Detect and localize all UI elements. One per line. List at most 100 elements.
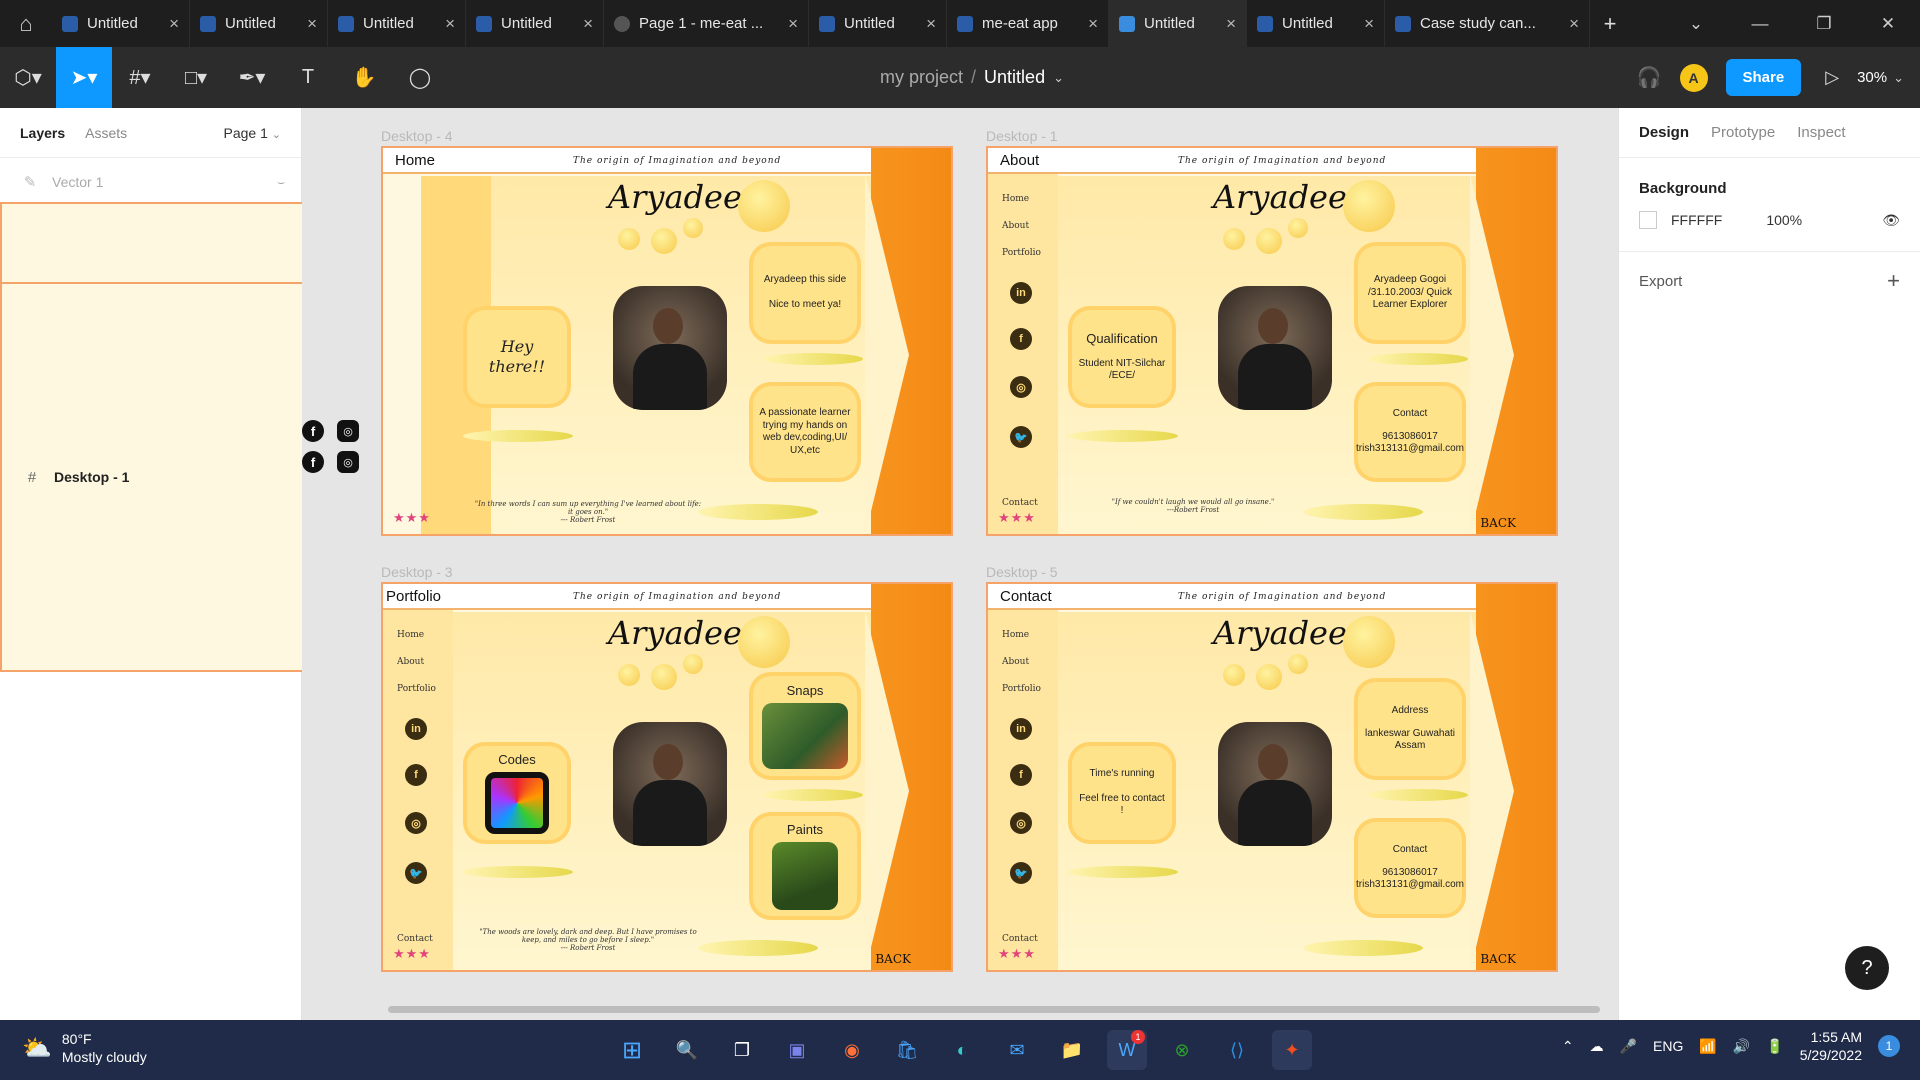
close-tab-icon[interactable]: × — [788, 14, 798, 34]
vscode-icon[interactable]: ⟨⟩ — [1217, 1030, 1257, 1070]
close-tab-icon[interactable]: × — [926, 14, 936, 34]
app-with-badge-icon[interactable]: W1 — [1107, 1030, 1147, 1070]
background-hex-input[interactable]: FFFFFF — [1671, 212, 1722, 228]
close-tab-icon[interactable]: × — [583, 14, 593, 34]
task-view-icon[interactable]: ❐ — [722, 1030, 762, 1070]
onedrive-cloud-icon[interactable]: ☁ — [1590, 1038, 1604, 1055]
chevron-down-icon[interactable]: ⌄ — [1053, 70, 1064, 86]
browser-tab[interactable]: Page 1 - me-eat ... × — [604, 0, 809, 47]
tab-label: Untitled — [1282, 15, 1333, 32]
chevron-down-icon[interactable]: ⌄ — [1893, 70, 1904, 86]
firefox-icon[interactable]: ◉ — [832, 1030, 872, 1070]
tab-design[interactable]: Design — [1639, 124, 1689, 141]
layer-row[interactable]: ✎ Vector 1 ⌣ — [0, 162, 301, 202]
tab-layers[interactable]: Layers — [20, 125, 65, 141]
frame-label-desktop-5[interactable]: Desktop - 5 — [986, 564, 1058, 580]
language-indicator[interactable]: ENG — [1653, 1038, 1683, 1054]
search-icon[interactable]: 🔍 — [667, 1030, 707, 1070]
store-icon[interactable]: 🛍 — [887, 1030, 927, 1070]
tagline: The origin of Imagination and beyond — [1178, 592, 1387, 602]
frame-label-desktop-3[interactable]: Desktop - 3 — [381, 564, 453, 580]
instagram-icon[interactable]: ◎ — [337, 420, 359, 442]
facebook-icon[interactable]: f — [302, 451, 324, 473]
browser-tab[interactable]: Untitled × — [1247, 0, 1385, 47]
mail-icon[interactable]: ✉ — [997, 1030, 1037, 1070]
color-swatch[interactable] — [1639, 211, 1657, 229]
frame-desktop-1[interactable]: Home About Portfolio in f ◎ 🐦 Contact Ab… — [986, 146, 1558, 536]
teams-chat-icon[interactable]: ▣ — [777, 1030, 817, 1070]
text-tool-icon[interactable]: T — [280, 47, 336, 108]
close-tab-icon[interactable]: × — [1569, 14, 1579, 34]
horizontal-scrollbar[interactable] — [388, 1006, 1600, 1013]
add-export-icon[interactable]: + — [1887, 268, 1900, 294]
instagram-icon[interactable]: ◎ — [337, 451, 359, 473]
hidden-eye-icon[interactable]: ⌣ — [277, 175, 285, 190]
figma-menu-icon[interactable]: ⬡▾ — [0, 47, 56, 108]
zoom-level[interactable]: 30% — [1857, 69, 1887, 86]
move-tool-icon[interactable]: ➤▾ — [56, 47, 112, 108]
frame-label-desktop-1[interactable]: Desktop - 1 — [986, 128, 1058, 144]
page-selector[interactable]: Page 1 ⌄ — [224, 125, 281, 141]
close-tab-icon[interactable]: × — [1226, 14, 1236, 34]
xbox-icon[interactable]: ⊗ — [1162, 1030, 1202, 1070]
tab-inspect[interactable]: Inspect — [1797, 124, 1845, 141]
wifi-icon[interactable]: 📶 — [1699, 1038, 1716, 1055]
restore-icon[interactable]: ❐ — [1792, 14, 1856, 34]
share-button[interactable]: Share — [1725, 59, 1802, 96]
chevron-down-icon[interactable]: ⌄ — [1664, 14, 1728, 34]
browser-tab[interactable]: Untitled × — [1109, 0, 1247, 47]
close-tab-icon[interactable]: × — [445, 14, 455, 34]
browser-tab[interactable]: Untitled × — [466, 0, 604, 47]
file-explorer-icon[interactable]: 📁 — [1052, 1030, 1092, 1070]
new-tab-icon[interactable]: + — [1590, 11, 1630, 37]
file-name[interactable]: Untitled — [984, 67, 1045, 88]
tab-assets[interactable]: Assets — [85, 125, 127, 141]
battery-icon[interactable]: 🔋 — [1766, 1038, 1783, 1055]
browser-tab[interactable]: me-eat app × — [947, 0, 1109, 47]
edge-icon[interactable]: ◐ — [942, 1030, 982, 1070]
weather-text: 80°F Mostly cloudy — [62, 1030, 147, 1066]
windows-start-icon[interactable]: ⊞ — [612, 1030, 652, 1070]
home-icon[interactable]: ⌂ — [0, 0, 52, 47]
close-tab-icon[interactable]: × — [1364, 14, 1374, 34]
tab-prototype[interactable]: Prototype — [1711, 124, 1775, 141]
microphone-icon[interactable]: 🎤 — [1620, 1038, 1637, 1055]
tab-label: Untitled — [87, 15, 138, 32]
weather-widget[interactable]: ⛅ 80°F Mostly cloudy — [22, 1030, 147, 1066]
hand-tool-icon[interactable]: ✋ — [336, 47, 392, 108]
chevron-up-icon[interactable]: ⌃ — [1562, 1038, 1574, 1055]
close-window-icon[interactable]: ✕ — [1856, 14, 1920, 34]
browser-tab[interactable]: Untitled × — [328, 0, 466, 47]
frame-label-desktop-4[interactable]: Desktop - 4 — [381, 128, 453, 144]
avatar[interactable]: A — [1679, 63, 1708, 92]
browser-tab[interactable]: Untitled × — [809, 0, 947, 47]
eye-icon[interactable]: 👁 — [1882, 212, 1900, 229]
browser-tab[interactable]: Untitled × — [190, 0, 328, 47]
design-canvas[interactable]: Desktop - 4 Home The origin of Imaginati… — [302, 108, 1618, 1020]
date: 5/29/2022 — [1799, 1047, 1862, 1064]
frame-tool-icon[interactable]: #▾ — [112, 47, 168, 108]
frame-desktop-5[interactable]: Home About Portfolio in f ◎ 🐦 Contact Co… — [986, 582, 1558, 972]
comment-tool-icon[interactable]: ◯ — [392, 47, 448, 108]
help-button[interactable]: ? — [1845, 946, 1889, 990]
volume-icon[interactable]: 🔊 — [1733, 1038, 1750, 1055]
figma-icon[interactable]: ✦ — [1272, 1030, 1312, 1070]
facebook-icon[interactable]: f — [302, 420, 324, 442]
close-tab-icon[interactable]: × — [307, 14, 317, 34]
present-play-icon[interactable]: ▷ — [1825, 67, 1839, 88]
tagline: The origin of Imagination and beyond — [573, 156, 782, 166]
frame-desktop-3[interactable]: Home About Portfolio in f ◎ 🐦 Contact Po… — [381, 582, 953, 972]
close-tab-icon[interactable]: × — [169, 14, 179, 34]
minimize-icon[interactable]: — — [1728, 14, 1792, 34]
frame-desktop-4[interactable]: Home The origin of Imagination and beyon… — [381, 146, 953, 536]
close-tab-icon[interactable]: × — [1088, 14, 1098, 34]
browser-tab[interactable]: Case study can... × — [1385, 0, 1590, 47]
shape-tool-icon[interactable]: □▾ — [168, 47, 224, 108]
pen-tool-icon[interactable]: ✒▾ — [224, 47, 280, 108]
clock[interactable]: 1:55 AM 5/29/2022 — [1800, 1028, 1862, 1064]
headphones-icon[interactable]: 🎧 — [1637, 65, 1662, 90]
project-name[interactable]: my project — [880, 67, 963, 88]
browser-tab[interactable]: Untitled × — [52, 0, 190, 47]
background-opacity-input[interactable]: 100% — [1766, 212, 1802, 228]
notification-count[interactable]: 1 — [1878, 1035, 1900, 1058]
